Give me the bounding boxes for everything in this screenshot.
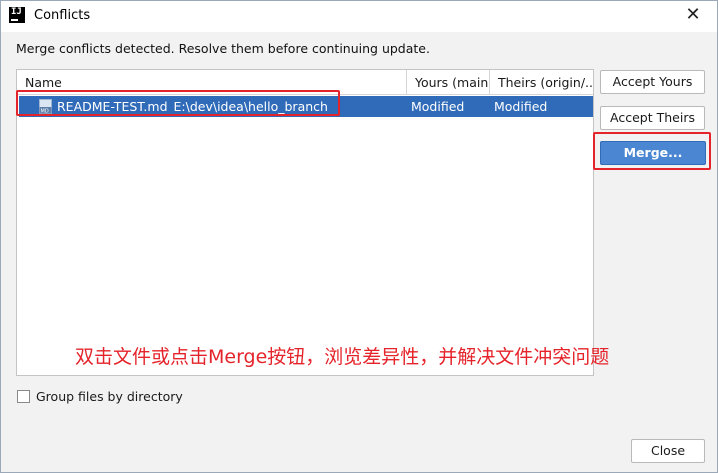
- annotation-highlight-row: [16, 90, 340, 116]
- accept-yours-button[interactable]: Accept Yours: [600, 70, 705, 94]
- close-button[interactable]: Close: [631, 439, 705, 463]
- yours-status: Modified: [411, 99, 465, 114]
- conflicts-dialog: IJ Conflicts ✕ Merge conflicts detected.…: [0, 0, 718, 473]
- group-files-label: Group files by directory: [36, 389, 183, 404]
- title-bar: IJ Conflicts ✕: [1, 1, 717, 32]
- column-header-theirs[interactable]: Theirs (origin/...: [490, 70, 593, 94]
- annotation-text: 双击文件或点击Merge按钮，浏览差异性，并解决文件冲突问题: [75, 346, 610, 368]
- column-header-yours[interactable]: Yours (main): [407, 70, 490, 94]
- theirs-status: Modified: [494, 99, 548, 114]
- conflict-message: Merge conflicts detected. Resolve them b…: [16, 41, 430, 56]
- intellij-idea-icon: IJ: [9, 7, 25, 23]
- annotation-highlight-merge: [593, 132, 711, 170]
- accept-theirs-button[interactable]: Accept Theirs: [600, 106, 705, 130]
- group-files-checkbox[interactable]: [17, 390, 30, 403]
- dialog-title: Conflicts: [34, 8, 91, 23]
- close-icon[interactable]: ✕: [683, 5, 703, 25]
